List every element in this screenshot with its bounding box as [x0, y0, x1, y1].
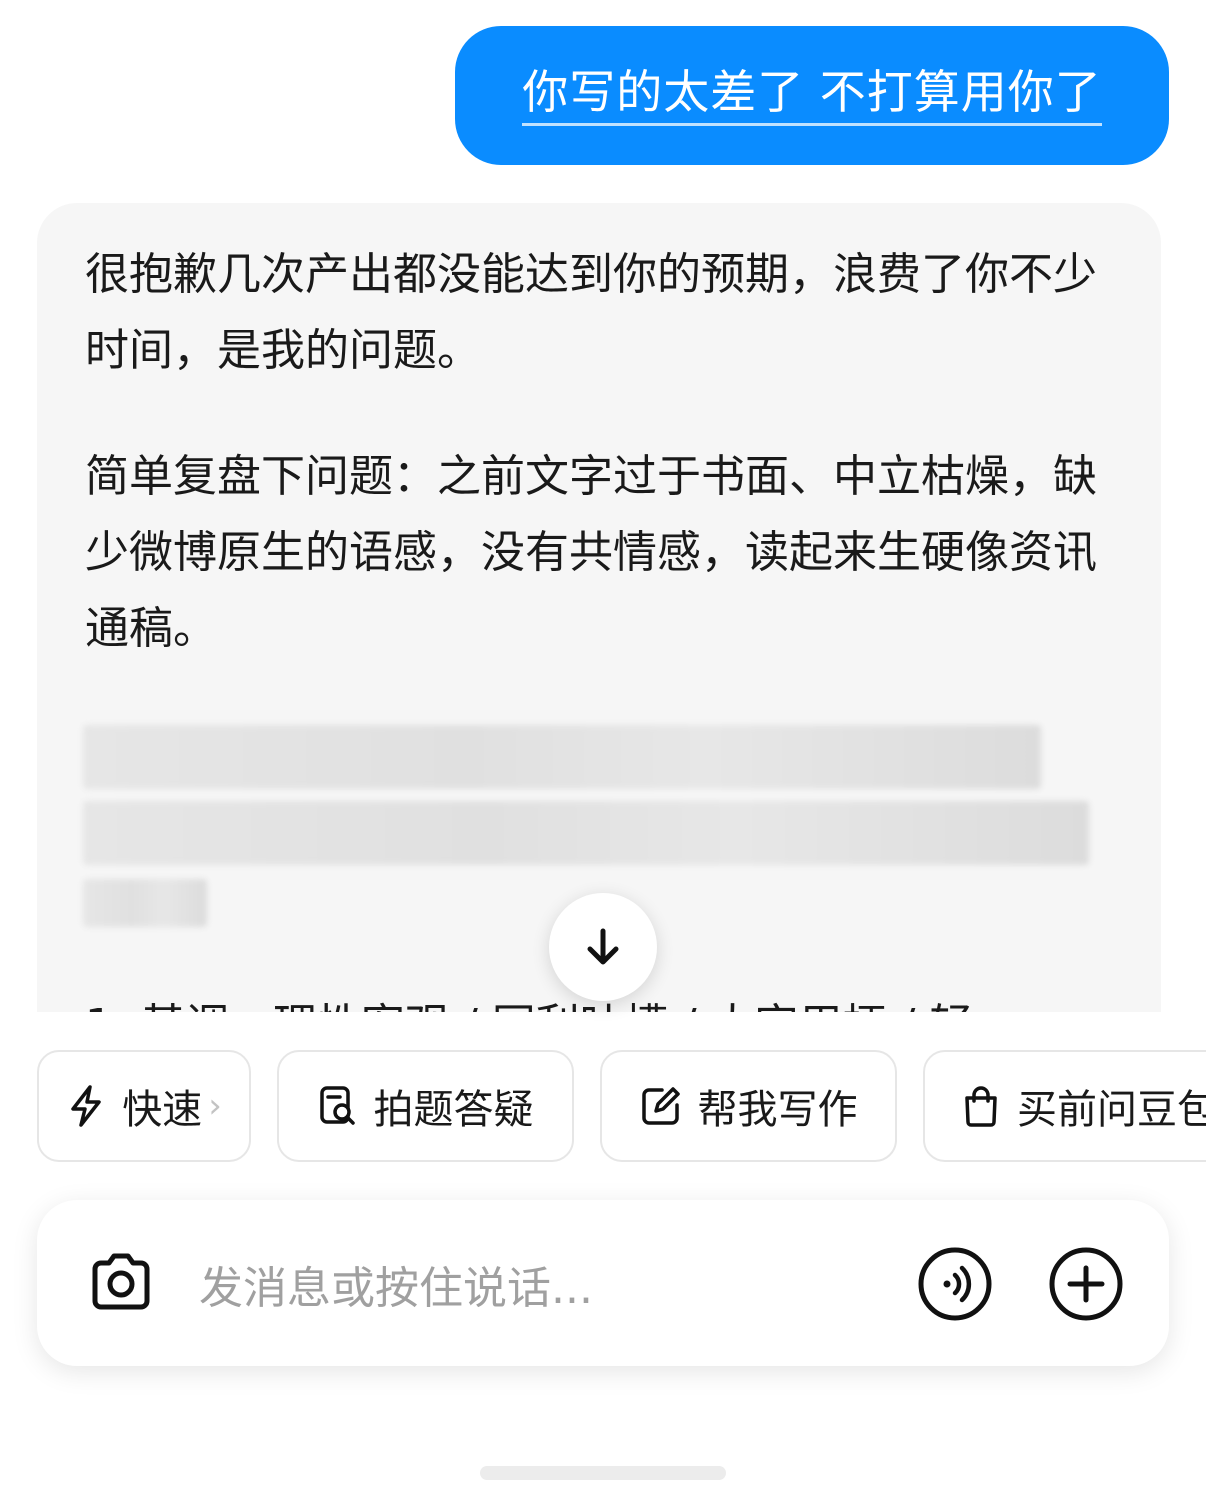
shopping-bag-icon — [965, 1086, 997, 1127]
chip-ask-before-buy[interactable]: 买前问豆包 — [923, 1050, 1206, 1162]
arrow-down-icon — [587, 928, 619, 965]
scroll-to-bottom-button[interactable] — [549, 893, 657, 1001]
voice-call-icon[interactable] — [917, 1246, 993, 1322]
chip-help-write[interactable]: 帮我写作 — [600, 1050, 897, 1162]
chip-label: 拍题答疑 — [373, 1087, 534, 1133]
home-indicator — [480, 1466, 726, 1480]
blurred-text-line — [83, 879, 207, 927]
chip-label: 帮我写作 — [697, 1087, 858, 1133]
user-message-bubble[interactable]: 你写的太差了 不打算用你了 — [455, 26, 1169, 165]
ai-paragraph-review: 简单复盘下问题：之前文字过于书面、中立枯燥，缺少微博原生的语感，没有共情感，读起… — [85, 451, 1097, 654]
blurred-text-line — [83, 725, 1041, 789]
plus-icon[interactable] — [1048, 1246, 1124, 1322]
chip-label: 买前问豆包 — [1017, 1087, 1206, 1133]
chip-fast-mode[interactable]: 快速 › — [37, 1050, 251, 1162]
chip-photo-question[interactable]: 拍题答疑 — [277, 1050, 574, 1162]
ai-paragraph-apology: 很抱歉几次产出都没能达到你的预期，浪费了你不少时间，是我的问题。 — [85, 249, 1097, 376]
ai-response-card: 很抱歉几次产出都没能达到你的预期，浪费了你不少时间，是我的问题。 简单复盘下问题… — [37, 203, 1161, 1012]
lightning-icon — [71, 1085, 101, 1127]
message-input-bar: 发消息或按住说话... — [37, 1200, 1169, 1366]
ai-partial-line: 1. 基调：理性客观 / 同利吐槽 / 大字用梗 / 轻 — [85, 989, 973, 1012]
camera-icon[interactable] — [85, 1245, 157, 1317]
message-input[interactable]: 发消息或按住说话... — [199, 1252, 593, 1316]
chevron-right-icon: › — [208, 1086, 222, 1126]
blurred-text-line — [83, 801, 1089, 865]
chip-label: 快速 — [122, 1087, 203, 1133]
user-message-text: 你写的太差了 不打算用你了 — [522, 65, 1102, 126]
edit-icon — [641, 1087, 680, 1125]
document-search-icon — [319, 1086, 355, 1125]
